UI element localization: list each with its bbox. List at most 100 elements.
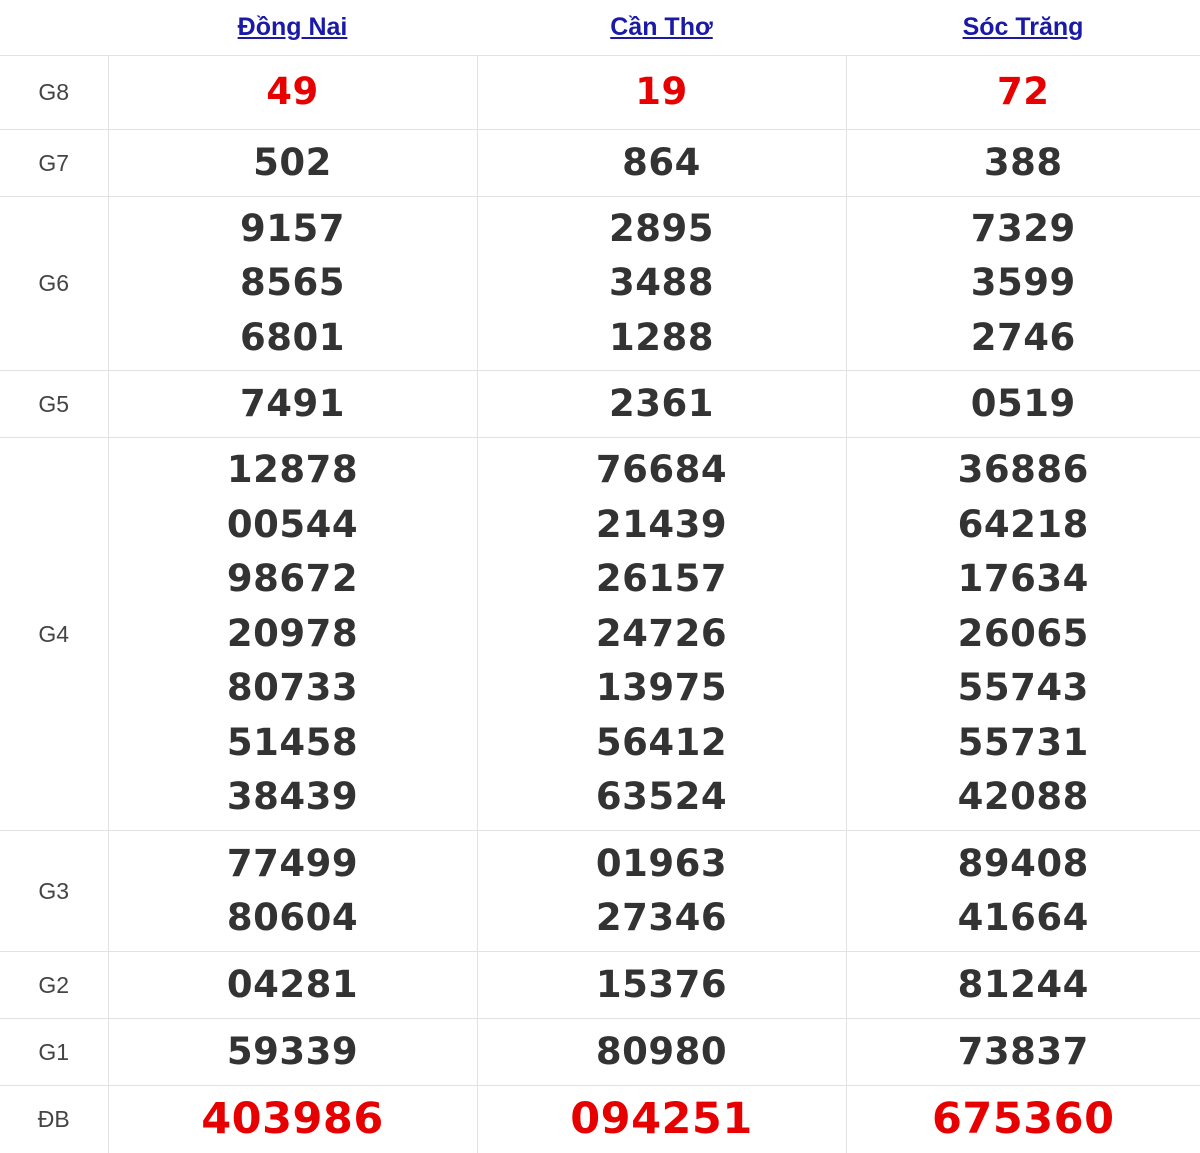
prize-cell: 01963 27346 [476, 830, 846, 952]
prize-number: 7329 [970, 206, 1076, 250]
prize-number: 15376 [595, 962, 728, 1006]
header-row: Đồng Nai Cần Thơ Sóc Trăng [0, 0, 1200, 56]
prize-number: 26157 [595, 557, 728, 601]
prize-row: ĐB 403986 094251 675360 [0, 1085, 1200, 1153]
province-link-soc-trang[interactable]: Sóc Trăng [963, 13, 1084, 41]
prize-number: 55731 [957, 720, 1089, 764]
prize-cell: 7329 3599 2746 [845, 196, 1200, 371]
prize-number: 80604 [226, 896, 359, 939]
prize-cell: 675360 [845, 1085, 1200, 1153]
prize-number: 094251 [570, 1094, 753, 1144]
prize-number: 12878 [226, 448, 359, 492]
prize-label: G6 [0, 196, 108, 371]
prize-cell: 36886 64218 17634 26065 55743 55731 42088 [845, 437, 1200, 831]
prize-number: 01963 [595, 841, 728, 885]
prize-number: 98672 [226, 557, 359, 601]
province-link-can-tho[interactable]: Cần Thơ [610, 13, 713, 41]
prize-number: 2361 [609, 381, 714, 425]
prize-number: 24726 [595, 611, 728, 655]
prize-number: 73837 [957, 1029, 1089, 1073]
prize-number: 77499 [226, 841, 359, 885]
prize-number: 04281 [226, 962, 359, 1006]
prize-number: 3488 [609, 261, 714, 305]
prize-number: 20978 [226, 611, 359, 655]
prize-number: 80980 [595, 1029, 728, 1073]
prize-cell: 15376 [476, 951, 846, 1019]
prize-number: 38439 [226, 775, 359, 819]
prize-cell: 0519 [845, 370, 1200, 438]
prize-number: 51458 [226, 720, 359, 764]
prize-number: 2746 [970, 315, 1076, 359]
prize-number: 17634 [957, 557, 1089, 601]
prize-label: G4 [0, 437, 108, 831]
prize-cell: 9157 8565 6801 [107, 196, 477, 371]
prize-cell: 2895 3488 1288 [476, 196, 846, 371]
prize-number: 80733 [226, 666, 359, 710]
prize-row: G4 12878 00544 98672 20978 80733 51458 38439 766… [0, 437, 1200, 831]
prize-number: 9157 [240, 206, 345, 250]
prize-number: 19 [635, 70, 688, 114]
prize-cell: 77499 80604 [107, 830, 477, 952]
prize-number: 3599 [970, 261, 1076, 305]
prize-number: 13975 [595, 666, 728, 710]
prize-cell: 388 [845, 129, 1200, 197]
lottery-results-table: Đồng Nai Cần Thơ Sóc Trăng G8 49 19 72 G7 502… [0, 0, 1200, 1153]
header-province-3: Sóc Trăng [846, 0, 1200, 56]
prize-cell: 72 [845, 55, 1200, 130]
prize-cell: 12878 00544 98672 20978 80733 51458 38439 [107, 437, 477, 831]
prize-cell: 094251 [476, 1085, 846, 1153]
prize-cell: 864 [476, 129, 846, 197]
prize-cell: 2361 [476, 370, 846, 438]
prize-number: 8565 [240, 261, 345, 305]
prize-number: 6801 [240, 315, 345, 359]
prize-label: G2 [0, 951, 108, 1019]
prize-number: 26065 [957, 611, 1089, 655]
prize-number: 00544 [226, 502, 359, 546]
prize-number: 41664 [957, 896, 1089, 939]
prize-row: G3 77499 80604 01963 27346 89408 41664 [0, 830, 1200, 952]
prize-label: G3 [0, 830, 108, 952]
prize-cell: 81244 [845, 951, 1200, 1019]
prize-number: 864 [622, 140, 701, 184]
prize-number: 27346 [595, 896, 728, 939]
prize-label: ĐB [37, 1105, 70, 1132]
prize-cell: 04281 [107, 951, 477, 1019]
prize-number: 403986 [201, 1094, 384, 1144]
prize-cell: 73837 [845, 1018, 1200, 1086]
prize-number: 76684 [595, 448, 728, 492]
prize-row: G1 59339 80980 73837 [0, 1018, 1200, 1086]
header-province-1: Đồng Nai [108, 0, 477, 56]
prize-number: 81244 [957, 962, 1089, 1006]
prize-row: G2 04281 15376 81244 [0, 951, 1200, 1019]
prize-number: 89408 [957, 841, 1089, 885]
prize-number: 59339 [226, 1029, 359, 1073]
prize-label: G7 [0, 129, 108, 197]
prize-number: 2895 [609, 206, 714, 250]
prize-label: G1 [0, 1018, 108, 1086]
prize-label: G5 [0, 370, 108, 438]
prize-row: G5 7491 2361 0519 [0, 370, 1200, 438]
prize-row: G7 502 864 388 [0, 129, 1200, 197]
prize-number: 1288 [609, 315, 714, 359]
province-link-dong-nai[interactable]: Đồng Nai [238, 13, 348, 41]
prize-number: 63524 [595, 775, 728, 819]
prize-number: 42088 [957, 775, 1089, 819]
header-blank [0, 0, 108, 56]
prize-number: 55743 [957, 666, 1089, 710]
prize-cell: 76684 21439 26157 24726 13975 56412 63524 [476, 437, 846, 831]
prize-cell: 80980 [476, 1018, 846, 1086]
prize-cell: 502 [107, 129, 477, 197]
header-province-2: Cần Thơ [477, 0, 846, 56]
prize-label: G8 [0, 55, 108, 130]
prize-number: 72 [997, 70, 1050, 114]
prize-number: 7491 [240, 381, 345, 425]
prize-cell: 89408 41664 [845, 830, 1200, 952]
prize-number: 21439 [595, 502, 728, 546]
prize-row: G8 49 19 72 [0, 55, 1200, 130]
prize-number: 49 [266, 70, 319, 114]
prize-cell: 49 [107, 55, 477, 130]
prize-cell: 7491 [107, 370, 477, 438]
prize-cell: 403986 [107, 1085, 477, 1153]
prize-cell: 19 [476, 55, 846, 130]
prize-number: 502 [253, 140, 332, 184]
